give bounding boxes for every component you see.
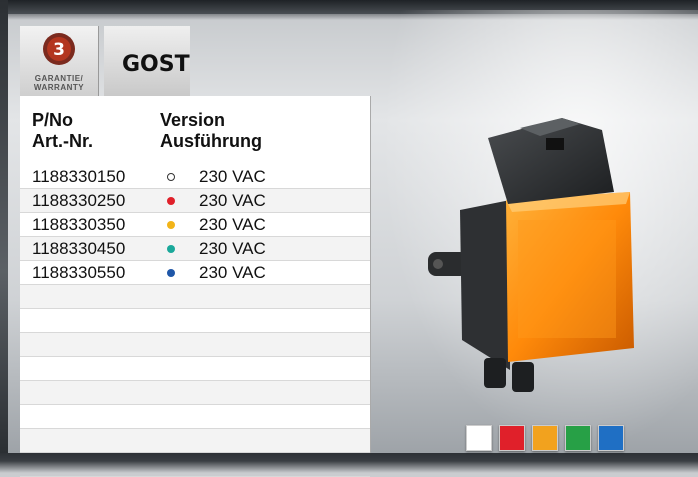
- table-row: 1188330550 230 VAC: [20, 261, 370, 285]
- signal-light-image: [428, 118, 634, 392]
- empty-row: [20, 381, 370, 405]
- table-body: 1188330150 230 VAC 1188330250 230 VAC 11…: [20, 165, 370, 477]
- header-version-de: Ausführung: [160, 131, 262, 151]
- swatch-green: [565, 425, 591, 451]
- empty-row: [20, 453, 370, 477]
- version: 230 VAC: [199, 167, 266, 186]
- color-dot-blue: [167, 269, 175, 277]
- color-dot-red: [167, 197, 175, 205]
- part-number: 1188330450: [32, 239, 126, 258]
- part-number: 1188330250: [32, 191, 126, 210]
- left-rail: [0, 0, 8, 453]
- swatch-white: [466, 425, 492, 451]
- product-table-card: P/No Art.-Nr. Version Ausführung 1188330…: [20, 96, 370, 477]
- header-version: Version Ausführung: [160, 110, 262, 152]
- svg-text:3: 3: [53, 40, 65, 60]
- header-part-number: P/No Art.-Nr.: [32, 110, 93, 152]
- version: 230 VAC: [199, 263, 266, 282]
- header-pno: P/No: [32, 110, 74, 130]
- version: 230 VAC: [199, 191, 266, 210]
- version: 230 VAC: [199, 215, 266, 234]
- empty-row: [20, 285, 370, 309]
- warranty-badge: 3 GARANTIE/ WARRANTY: [20, 26, 99, 96]
- empty-row: [20, 333, 370, 357]
- table-row: 1188330150 230 VAC: [20, 165, 370, 189]
- part-number: 1188330150: [32, 167, 126, 186]
- swatch-red: [499, 425, 525, 451]
- table-row: 1188330350 230 VAC: [20, 213, 370, 237]
- color-dot-teal: [167, 245, 175, 253]
- gost-badge: GOST: [104, 26, 190, 96]
- swatch-amber: [532, 425, 558, 451]
- warranty-label: GARANTIE/ WARRANTY: [20, 74, 98, 92]
- part-number: 1188330350: [32, 215, 126, 234]
- table-row: 1188330250 230 VAC: [20, 189, 370, 213]
- warranty-label-line2: WARRANTY: [33, 83, 85, 92]
- warranty-label-line1: GARANTIE/: [34, 74, 84, 83]
- header-version-en: Version: [160, 110, 226, 130]
- empty-row: [20, 357, 370, 381]
- empty-row: [20, 429, 370, 453]
- color-dot-yellow: [167, 221, 175, 229]
- version: 230 VAC: [199, 239, 266, 258]
- part-number: 1188330550: [32, 263, 126, 282]
- table-row: 1188330450 230 VAC: [20, 237, 370, 261]
- empty-row: [20, 405, 370, 429]
- header-artnr: Art.-Nr.: [32, 131, 94, 151]
- color-dot-white: [167, 173, 175, 181]
- empty-row: [20, 309, 370, 333]
- swatch-blue: [598, 425, 624, 451]
- gost-label: GOST: [122, 52, 190, 77]
- warranty-emblem-icon: 3: [43, 33, 75, 65]
